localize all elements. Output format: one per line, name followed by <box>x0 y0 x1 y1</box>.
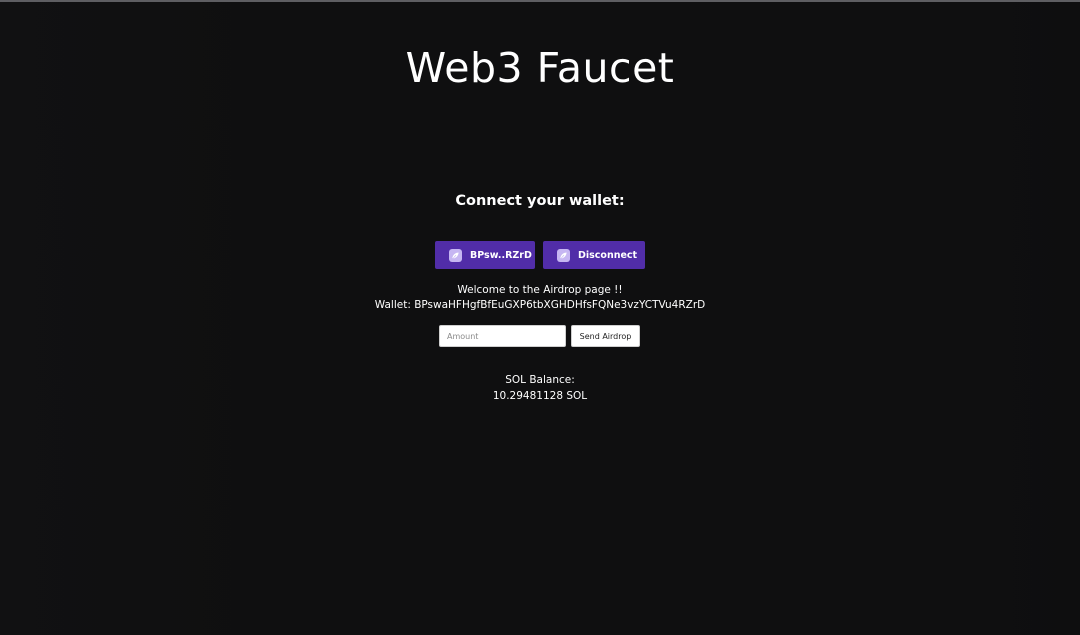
amount-input[interactable] <box>439 325 566 347</box>
wallet-address-label: BPsw..RZrD <box>470 249 532 261</box>
wallet-adapter-icon <box>557 248 570 262</box>
page-title: Web3 Faucet <box>405 44 675 92</box>
wallet-address-text: Wallet: BPswaHFHgfBfEuGXP6tbXGHDHfsFQNe3… <box>374 299 706 311</box>
sol-balance-value: 10.29481128 SOL <box>492 390 588 402</box>
connect-wallet-heading: Connect your wallet: <box>455 193 625 209</box>
welcome-message: Welcome to the Airdrop page !! <box>457 284 623 296</box>
disconnect-button[interactable]: Disconnect <box>543 241 645 269</box>
airdrop-form: Send Airdrop <box>439 325 640 347</box>
wallet-address-button[interactable]: BPsw..RZrD <box>435 241 535 269</box>
sol-balance-label: SOL Balance: <box>505 374 575 386</box>
wallet-adapter-icon <box>449 248 462 262</box>
send-airdrop-button[interactable]: Send Airdrop <box>571 325 640 347</box>
wallet-button-group: BPsw..RZrD Disconnect <box>435 241 645 269</box>
disconnect-label: Disconnect <box>578 249 638 261</box>
background-right-panel <box>990 2 1080 635</box>
background-left-panel <box>0 2 268 635</box>
